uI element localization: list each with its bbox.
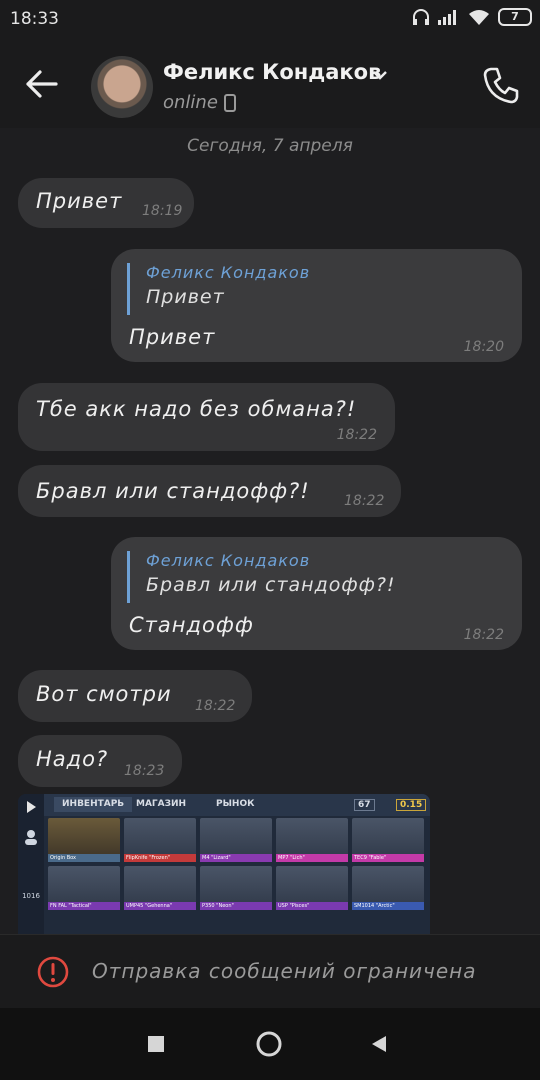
currency-gold: 67 bbox=[354, 799, 375, 811]
game-tab-market: РЫНОК bbox=[216, 799, 255, 809]
reply-text: Привет bbox=[146, 286, 225, 308]
inventory-item: M4 "Lizard" bbox=[200, 818, 272, 862]
message-text: Вот смотри bbox=[36, 682, 172, 706]
mobile-device-icon bbox=[223, 93, 236, 112]
home-circle-icon[interactable] bbox=[256, 1031, 282, 1057]
reply-quote[interactable]: Феликс Кондаков Привет bbox=[127, 263, 310, 315]
recents-square-icon[interactable] bbox=[147, 1035, 165, 1053]
incoming-message[interactable]: Вот смотри 18:22 bbox=[18, 670, 252, 722]
battery-icon: 7 bbox=[498, 8, 532, 26]
alert-circle-icon bbox=[37, 956, 69, 988]
incoming-message[interactable]: Привет 18:19 bbox=[18, 178, 194, 228]
chevron-down-icon[interactable] bbox=[372, 70, 388, 80]
messaging-restricted-bar: Отправка сообщений ограничена bbox=[0, 934, 540, 1009]
message-text: Тбе акк надо без обмана?! bbox=[36, 397, 357, 421]
message-time: 18:22 bbox=[195, 698, 236, 714]
inventory-item: USP "Pisces" bbox=[276, 866, 348, 910]
date-separator: Сегодня, 7 апреля bbox=[187, 136, 353, 156]
inventory-item: P350 "Neon" bbox=[200, 866, 272, 910]
message-list[interactable]: Сегодня, 7 апреля Привет 18:19 Феликс Ко… bbox=[0, 128, 540, 934]
contact-status-text: online bbox=[163, 92, 218, 113]
status-time: 18:33 bbox=[10, 9, 59, 29]
headphones-icon bbox=[413, 9, 429, 25]
message-text: Привет bbox=[129, 325, 216, 349]
inventory-item: UMP45 "Gehenna" bbox=[124, 866, 196, 910]
game-tab-shop: МАГАЗИН bbox=[136, 799, 187, 809]
contact-status: online bbox=[163, 92, 236, 113]
game-tab-inventory: ИНВЕНТАРЬ bbox=[54, 797, 133, 812]
side-count: 1016 bbox=[22, 892, 40, 900]
status-icons: 7 bbox=[412, 8, 532, 26]
outgoing-message[interactable]: Феликс Кондаков Бравл или стандофф?! Ста… bbox=[111, 537, 522, 650]
wifi-icon bbox=[469, 10, 489, 25]
message-time: 18:22 bbox=[336, 427, 377, 443]
reply-text: Бравл или стандофф?! bbox=[146, 574, 396, 596]
message-text: Надо? bbox=[36, 747, 109, 771]
game-sidebar: 1016 bbox=[18, 794, 44, 934]
play-icon bbox=[27, 801, 36, 813]
message-text: Привет bbox=[36, 189, 123, 213]
user-icon bbox=[25, 830, 37, 845]
contact-name[interactable]: Феликс Кондаков bbox=[163, 60, 381, 84]
restriction-text: Отправка сообщений ограничена bbox=[92, 959, 477, 983]
incoming-message[interactable]: Тбе акк надо без обмана?! 18:22 bbox=[18, 383, 395, 451]
reply-author: Феликс Кондаков bbox=[146, 263, 311, 282]
system-nav-bar bbox=[0, 1008, 540, 1080]
inventory-item: Origin Box bbox=[48, 818, 120, 862]
inventory-item: FN FAL "Tactical" bbox=[48, 866, 120, 910]
message-text: Бравл или стандофф?! bbox=[36, 479, 310, 503]
incoming-message[interactable]: Бравл или стандофф?! 18:22 bbox=[18, 465, 401, 517]
inventory-grid: Origin Box FlipKnife "Frozen" M4 "Lizard… bbox=[48, 818, 424, 910]
inventory-item: SM1014 "Arctic" bbox=[352, 866, 424, 910]
image-message[interactable]: 1016 ИНВЕНТАРЬ МАГАЗИН РЫНОК 67 0.15 Ori… bbox=[18, 794, 430, 934]
back-arrow-icon[interactable] bbox=[24, 68, 60, 100]
message-time: 18:23 bbox=[124, 763, 165, 779]
game-tabs: ИНВЕНТАРЬ МАГАЗИН РЫНОК 67 0.15 bbox=[44, 794, 430, 816]
inventory-item: MP7 "Lich" bbox=[276, 818, 348, 862]
signal-icon bbox=[438, 10, 456, 25]
inventory-item: FlipKnife "Frozen" bbox=[124, 818, 196, 862]
message-time: 18:22 bbox=[463, 627, 504, 643]
incoming-message[interactable]: Надо? 18:23 bbox=[18, 735, 182, 787]
chat-header: Феликс Кондаков online bbox=[0, 40, 540, 128]
outgoing-message[interactable]: Феликс Кондаков Привет Привет 18:20 bbox=[111, 249, 522, 362]
currency-silver: 0.15 bbox=[396, 799, 427, 811]
message-time: 18:19 bbox=[142, 203, 183, 219]
reply-author: Феликс Кондаков bbox=[146, 551, 311, 570]
message-text: Стандофф bbox=[129, 613, 254, 637]
avatar[interactable] bbox=[91, 56, 153, 118]
message-time: 18:20 bbox=[463, 339, 504, 355]
inventory-item: TEC9 "Fable" bbox=[352, 818, 424, 862]
reply-quote[interactable]: Феликс Кондаков Бравл или стандофф?! bbox=[127, 551, 396, 603]
phone-call-icon[interactable] bbox=[482, 66, 520, 104]
back-triangle-icon[interactable] bbox=[370, 1035, 388, 1053]
message-time: 18:22 bbox=[344, 493, 385, 509]
status-bar: 18:33 7 bbox=[0, 0, 540, 40]
